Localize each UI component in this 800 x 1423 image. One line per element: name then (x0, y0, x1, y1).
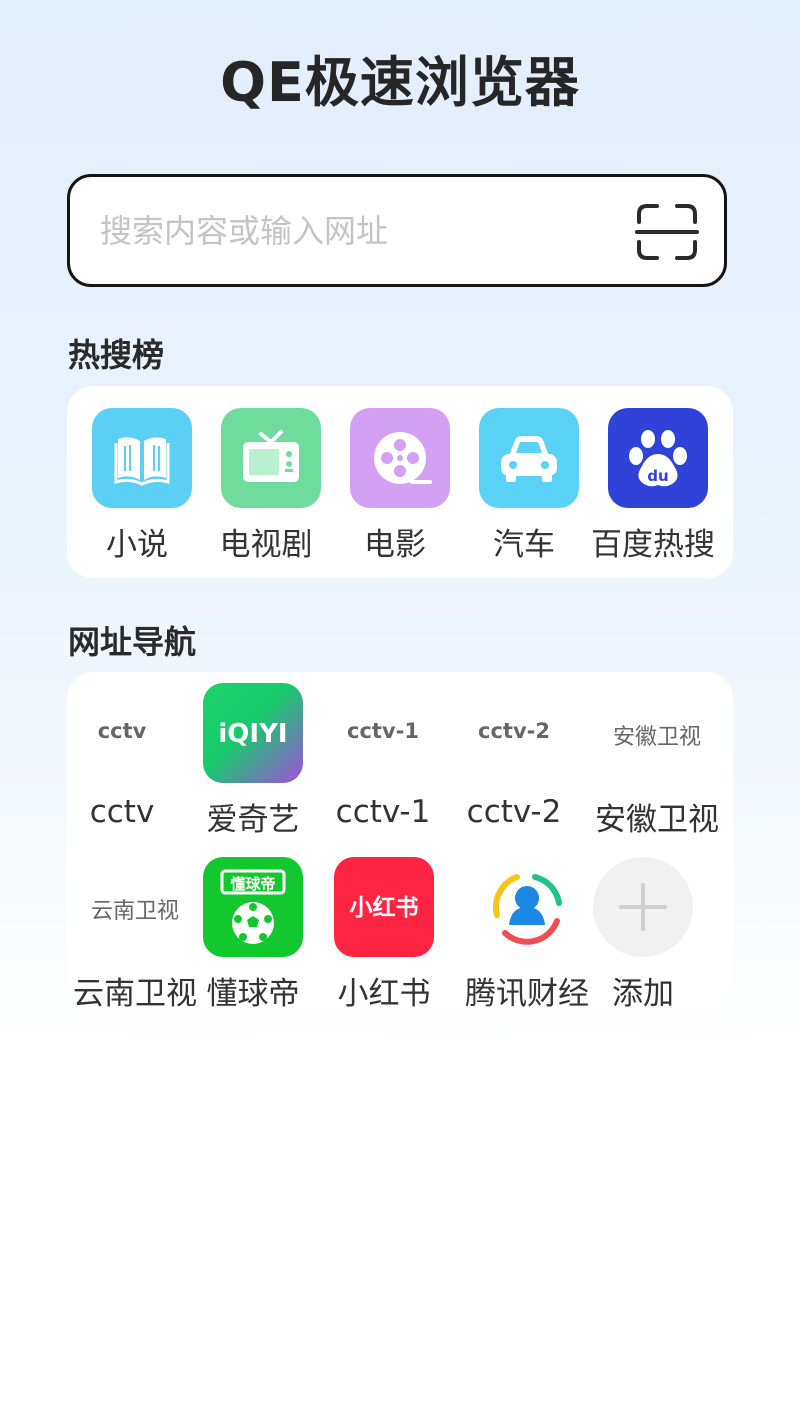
svg-text:懂球帝: 懂球帝 (229, 875, 275, 893)
iqiyi-logo-icon: iQIYI (203, 683, 303, 783)
nav-item-label: 小红书 (337, 976, 431, 1012)
nav-section-title: 网址导航 (68, 623, 197, 661)
svg-text:小红书: 小红书 (350, 894, 419, 921)
yunnan-tv-logo: 云南卫视 (90, 899, 179, 924)
hot-item-label: 电视剧 (219, 527, 313, 563)
film-reel-icon (350, 408, 450, 508)
hot-item-label: 百度热搜 (591, 527, 715, 563)
hot-list-card: 小说 电视剧 电影 汽车 du 百度热搜 (67, 386, 733, 578)
hot-item-label: 小说 (106, 527, 168, 563)
nav-card: cctv cctv iQIYI 爱奇艺 cctv-1 cctv-1 cctv-2… (67, 672, 733, 1012)
nav-item-label: 爱奇艺 (206, 802, 300, 838)
baidu-paw-icon: du (608, 408, 708, 508)
nav-item-label: 懂球帝 (206, 976, 300, 1012)
nav-item-label: 添加 (612, 976, 674, 1012)
nav-item-label: 安徽卫视 (595, 802, 719, 838)
svg-text:iQIYI: iQIYI (218, 719, 287, 749)
tencent-finance-logo-icon (477, 857, 577, 957)
nav-item-label: cctv-1 (335, 794, 431, 830)
hot-section-title: 热搜榜 (68, 336, 165, 374)
cctv-1-logo: cctv-1 (347, 719, 419, 743)
nav-item-label: cctv-2 (466, 794, 562, 830)
search-bar[interactable] (67, 174, 727, 287)
hot-item-label: 汽车 (493, 527, 555, 563)
app-title: QE极速浏览器 (220, 51, 580, 114)
tv-icon (221, 408, 321, 508)
book-icon (92, 408, 192, 508)
svg-text:du: du (647, 467, 668, 485)
hot-item-label: 电影 (364, 527, 426, 563)
scan-icon[interactable] (635, 202, 699, 262)
car-icon (479, 408, 579, 508)
dongqiudi-logo-icon: 懂球帝 (203, 857, 303, 957)
cctv-logo: cctv (97, 719, 147, 743)
anhui-tv-logo: 安徽卫视 (612, 725, 701, 750)
search-input[interactable] (100, 205, 600, 257)
plus-icon (593, 857, 693, 957)
xiaohongshu-logo-icon: 小红书 (334, 857, 434, 957)
nav-item-label: cctv (89, 794, 155, 830)
cctv-2-logo: cctv-2 (478, 719, 550, 743)
